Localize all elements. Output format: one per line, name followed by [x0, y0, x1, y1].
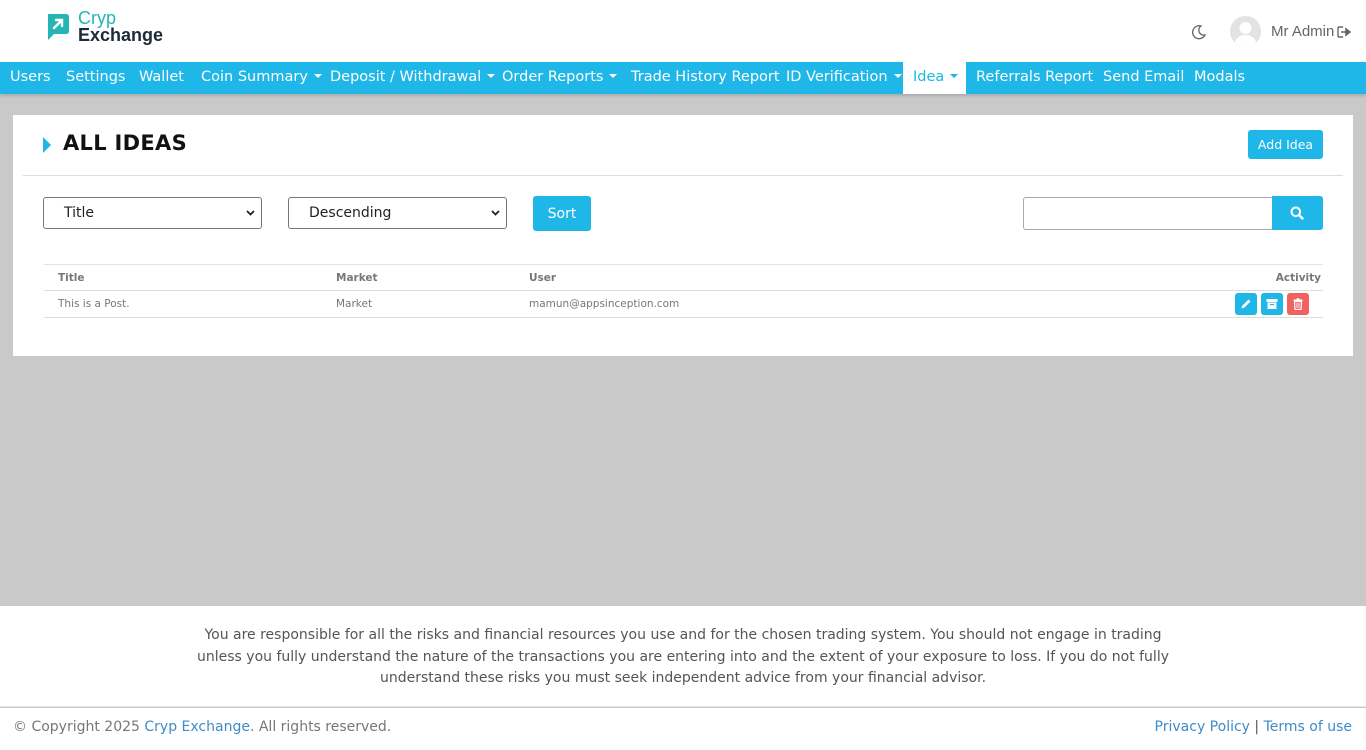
edit-button[interactable]	[1235, 293, 1257, 315]
table-row: This is a Post. Market mamun@appsincepti…	[44, 291, 1323, 318]
sort-field-value: Title	[64, 205, 95, 221]
avatar[interactable]	[1230, 16, 1261, 47]
moon-icon[interactable]	[1191, 24, 1207, 40]
row-user: mamun@appsinception.com	[529, 298, 680, 310]
user-name[interactable]: Mr Admin	[1271, 23, 1334, 40]
sort-order-value: Descending	[309, 205, 392, 221]
user-avatar-icon	[1234, 22, 1257, 47]
nav-referrals-report[interactable]: Referrals Report	[976, 62, 1093, 94]
nav-id-verification[interactable]: ID Verification	[786, 62, 902, 94]
panel-header: ALL IDEAS Add Idea	[23, 115, 1343, 176]
col-market-header[interactable]: Market	[336, 265, 378, 292]
copyright-prefix: © Copyright 2025	[13, 719, 145, 735]
ideas-panel: ALL IDEAS Add Idea Title Descending Sort…	[13, 115, 1353, 356]
search-input[interactable]	[1023, 197, 1274, 230]
column-divider	[1018, 267, 1022, 288]
archive-icon	[1266, 299, 1278, 309]
main-nav: Users Settings Wallet Coin Summary Depos…	[0, 62, 1366, 94]
footer-separator: |	[1254, 719, 1260, 735]
nav-wallet[interactable]: Wallet	[139, 62, 184, 94]
delete-button[interactable]	[1287, 293, 1309, 315]
row-title: This is a Post.	[58, 298, 130, 310]
trash-icon	[1293, 298, 1303, 310]
nav-trade-history-report[interactable]: Trade History Report	[631, 62, 780, 94]
nav-send-email[interactable]: Send Email	[1103, 62, 1184, 94]
column-divider	[320, 293, 324, 315]
search-icon	[1290, 206, 1304, 220]
caret-down-icon	[950, 74, 959, 78]
logout-icon[interactable]	[1337, 26, 1351, 38]
col-activity-header: Activity	[1275, 272, 1321, 284]
copyright-brand-link[interactable]: Cryp Exchange	[144, 719, 250, 735]
column-divider	[1018, 293, 1022, 315]
ideas-table: Title Market User Activity This is a Pos…	[44, 264, 1323, 318]
search-button[interactable]	[1272, 196, 1323, 230]
disclaimer-text: You are responsible for all the risks an…	[197, 627, 1169, 686]
caret-down-icon	[609, 74, 618, 78]
footer-bar: © Copyright 2025 Cryp Exchange. All righ…	[0, 708, 1366, 750]
row-market: Market	[336, 298, 373, 310]
pencil-icon	[1241, 299, 1251, 309]
nav-coin-summary[interactable]: Coin Summary	[201, 62, 322, 94]
nav-users[interactable]: Users	[10, 62, 51, 94]
top-header: Cryp Exchange Mr Admin	[0, 0, 1366, 62]
sort-order-select[interactable]: Descending	[288, 197, 507, 229]
column-divider	[513, 293, 517, 315]
chevron-down-icon	[246, 210, 255, 216]
archive-button[interactable]	[1261, 293, 1283, 315]
table-header-row: Title Market User Activity	[44, 264, 1323, 291]
nav-modals[interactable]: Modals	[1194, 62, 1245, 94]
caret-down-icon	[893, 74, 902, 78]
column-divider	[513, 267, 517, 288]
caret-down-icon	[487, 74, 496, 78]
chevron-down-icon	[491, 210, 500, 216]
copyright: © Copyright 2025 Cryp Exchange. All righ…	[13, 719, 391, 735]
sort-button[interactable]: Sort	[533, 196, 591, 231]
page-title: ALL IDEAS	[63, 131, 187, 155]
copyright-suffix: . All rights reserved.	[249, 719, 392, 735]
nav-idea[interactable]: Idea	[903, 62, 966, 94]
triangle-right-icon	[43, 137, 51, 153]
add-idea-button[interactable]: Add Idea	[1248, 130, 1323, 159]
risk-disclaimer: You are responsible for all the risks an…	[0, 606, 1366, 707]
col-title-header[interactable]: Title	[58, 265, 85, 292]
privacy-policy-link[interactable]: Privacy Policy	[1155, 719, 1250, 735]
logo-text-bottom: Exchange	[78, 25, 164, 45]
caret-down-icon	[313, 74, 322, 78]
nav-deposit-withdrawal[interactable]: Deposit / Withdrawal	[330, 62, 496, 94]
logo-icon	[48, 14, 69, 40]
footer-links: Privacy Policy | Terms of use	[1155, 719, 1352, 735]
sort-field-select[interactable]: Title	[43, 197, 262, 229]
nav-order-reports[interactable]: Order Reports	[502, 62, 618, 94]
logo[interactable]: Cryp Exchange	[44, 9, 164, 45]
column-divider	[320, 267, 324, 288]
col-user-header[interactable]: User	[529, 265, 556, 292]
nav-settings[interactable]: Settings	[66, 62, 125, 94]
terms-of-use-link[interactable]: Terms of use	[1264, 719, 1352, 735]
